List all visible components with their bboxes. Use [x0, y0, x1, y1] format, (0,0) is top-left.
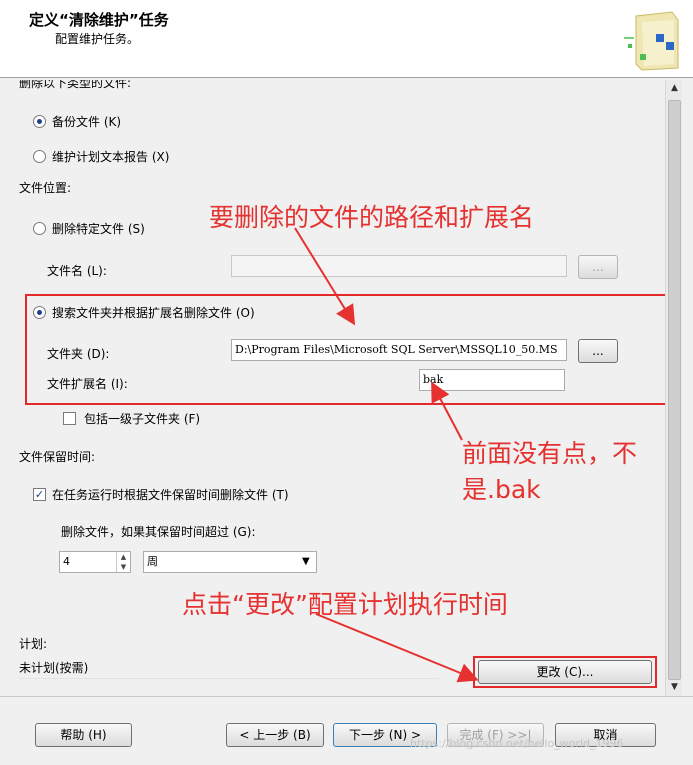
arrow-to-path [294, 227, 356, 326]
watermark-text: https://blog.csdn.net/hello_world_1996 [410, 737, 624, 750]
arrow-to-extension [431, 381, 463, 441]
annotation-ext-note-2: 是.bak [462, 475, 541, 504]
annotation-arrows [294, 227, 479, 683]
annotation-change-note: 点击“更改”配置计划执行时间 [182, 590, 508, 619]
annotation-path-note: 要删除的文件的路径和扩展名 [209, 203, 535, 232]
footer-divider [0, 696, 693, 697]
back-button[interactable]: < 上一步 (B) [226, 723, 324, 747]
help-button[interactable]: 帮助 (H) [35, 723, 132, 747]
arrow-to-change [315, 613, 479, 683]
annotation-ext-note-1: 前面没有点，不 [462, 439, 638, 468]
